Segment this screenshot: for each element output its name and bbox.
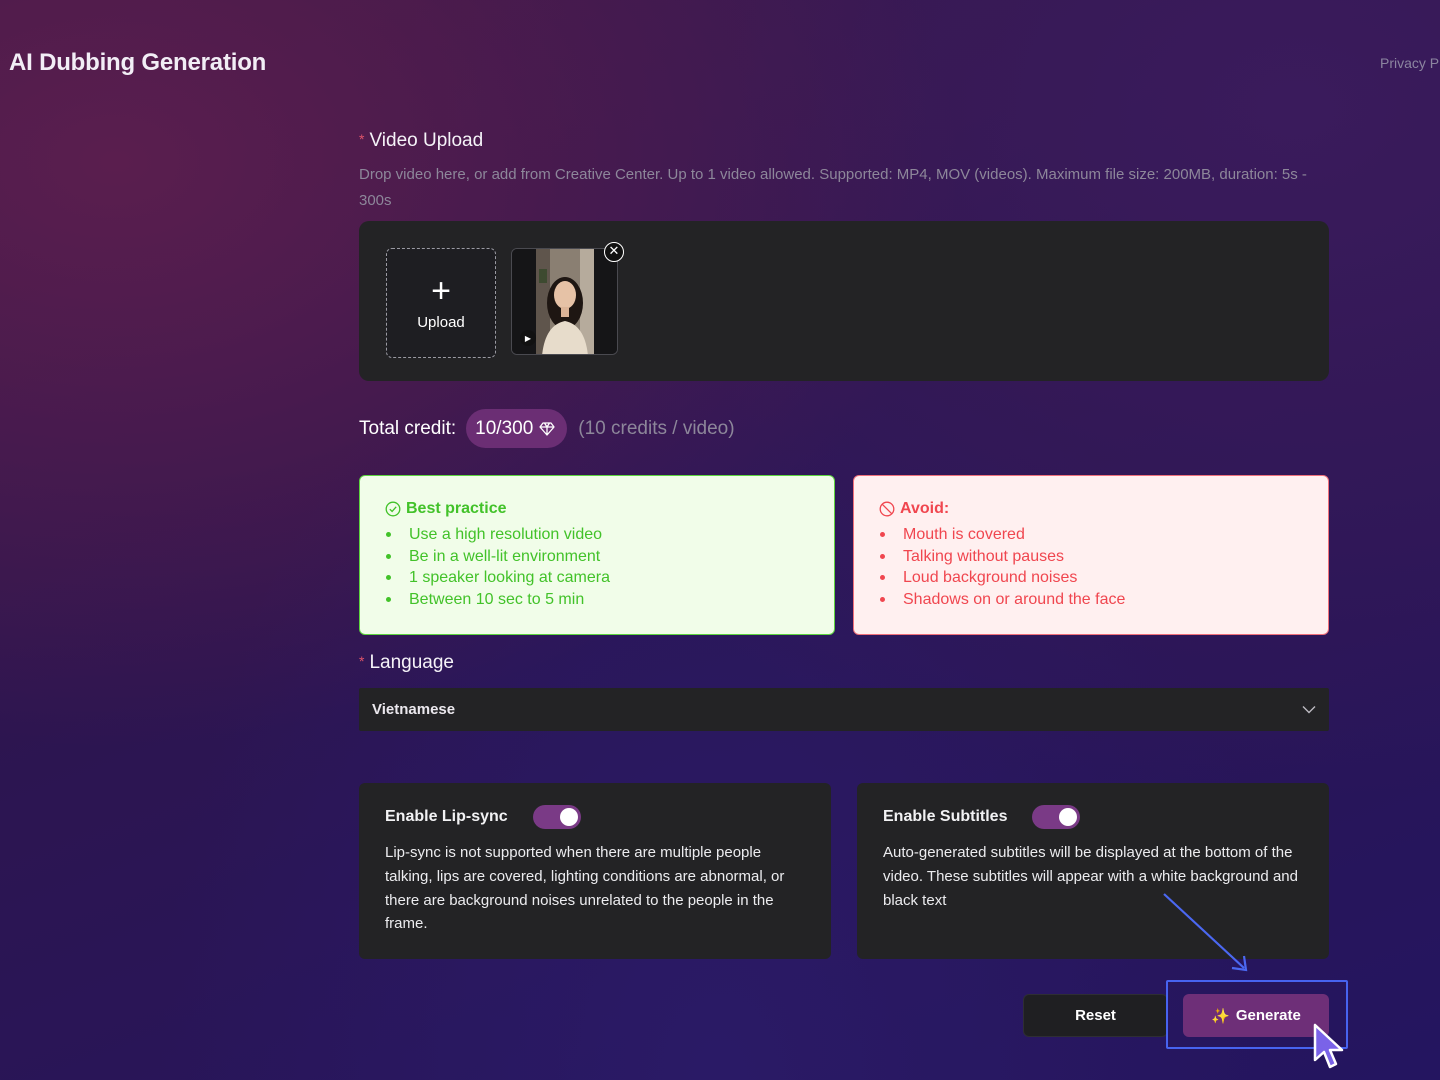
avoid-list: Mouth is covered Talking without pauses … <box>879 524 1303 611</box>
upload-button-label: Upload <box>417 313 465 331</box>
video-upload-label-text: Video Upload <box>369 130 484 151</box>
language-selected-value: Vietnamese <box>372 701 456 718</box>
video-thumbnail[interactable]: ▶ <box>511 248 618 355</box>
plus-icon: + <box>431 271 451 310</box>
diamond-icon <box>539 421 555 436</box>
list-item: Be in a well-lit environment <box>385 546 809 568</box>
credit-value: 10/300 <box>475 417 534 439</box>
list-item: 1 speaker looking at camera <box>385 567 809 589</box>
avoid-title: Avoid: <box>879 500 1303 518</box>
credit-row: Total credit: 10/300 (10 credits / video… <box>359 409 735 448</box>
upload-hint: Drop video here, or add from Creative Ce… <box>359 166 1307 209</box>
sparkle-icon: ✨ <box>1211 1007 1230 1025</box>
best-practice-box: Best practice Use a high resolution vide… <box>359 475 835 635</box>
required-marker: * <box>359 653 365 669</box>
subtitles-title: Enable Subtitles <box>883 808 1008 825</box>
page-title: AI Dubbing Generation <box>9 49 267 76</box>
list-item: Loud background noises <box>879 567 1303 589</box>
list-item: Talking without pauses <box>879 546 1303 568</box>
avoid-title-text: Avoid: <box>900 500 950 517</box>
lip-sync-description: Lip-sync is not supported when there are… <box>385 844 785 933</box>
best-practice-title-text: Best practice <box>406 500 507 517</box>
toggle-knob <box>1059 808 1078 826</box>
language-select[interactable]: Vietnamese <box>359 688 1329 731</box>
annotation-arrow <box>1163 893 1248 972</box>
list-item: Mouth is covered <box>879 524 1303 546</box>
list-item: Between 10 sec to 5 min <box>385 589 809 611</box>
cursor-icon <box>1313 1023 1344 1069</box>
list-item: Use a high resolution video <box>385 524 809 546</box>
upload-panel: + Upload ▶ ✕ <box>359 221 1329 381</box>
credit-note: (10 credits / video) <box>578 417 735 439</box>
lip-sync-toggle[interactable] <box>532 805 581 829</box>
chevron-down-icon <box>1302 706 1316 714</box>
credit-label: Total credit: <box>359 417 457 439</box>
ban-icon <box>879 501 895 517</box>
language-label-text: Language <box>369 652 454 673</box>
list-item: Shadows on or around the face <box>879 589 1303 611</box>
best-practice-list: Use a high resolution video Be in a well… <box>385 524 809 611</box>
toggle-knob <box>559 808 578 826</box>
avoid-box: Avoid: Mouth is covered Talking without … <box>853 475 1329 635</box>
best-practice-title: Best practice <box>385 500 809 518</box>
lip-sync-title: Enable Lip-sync <box>385 808 508 825</box>
subtitles-toggle[interactable] <box>1032 805 1081 829</box>
language-label: * Language <box>359 652 454 674</box>
privacy-link[interactable]: Privacy P <box>1380 55 1440 71</box>
lip-sync-card: Enable Lip-sync Lip-sync is not supporte… <box>359 783 831 959</box>
close-icon[interactable]: ✕ <box>604 242 624 262</box>
check-circle-icon <box>385 501 401 517</box>
play-icon[interactable]: ▶ <box>520 330 536 346</box>
generate-button[interactable]: ✨ Generate <box>1183 994 1329 1037</box>
required-marker: * <box>359 131 365 147</box>
upload-button[interactable]: + Upload <box>386 248 496 358</box>
reset-button[interactable]: Reset <box>1023 994 1168 1037</box>
generate-button-label: Generate <box>1235 1007 1301 1024</box>
credit-badge: 10/300 <box>466 409 568 448</box>
video-upload-label: * Video Upload <box>359 130 483 152</box>
